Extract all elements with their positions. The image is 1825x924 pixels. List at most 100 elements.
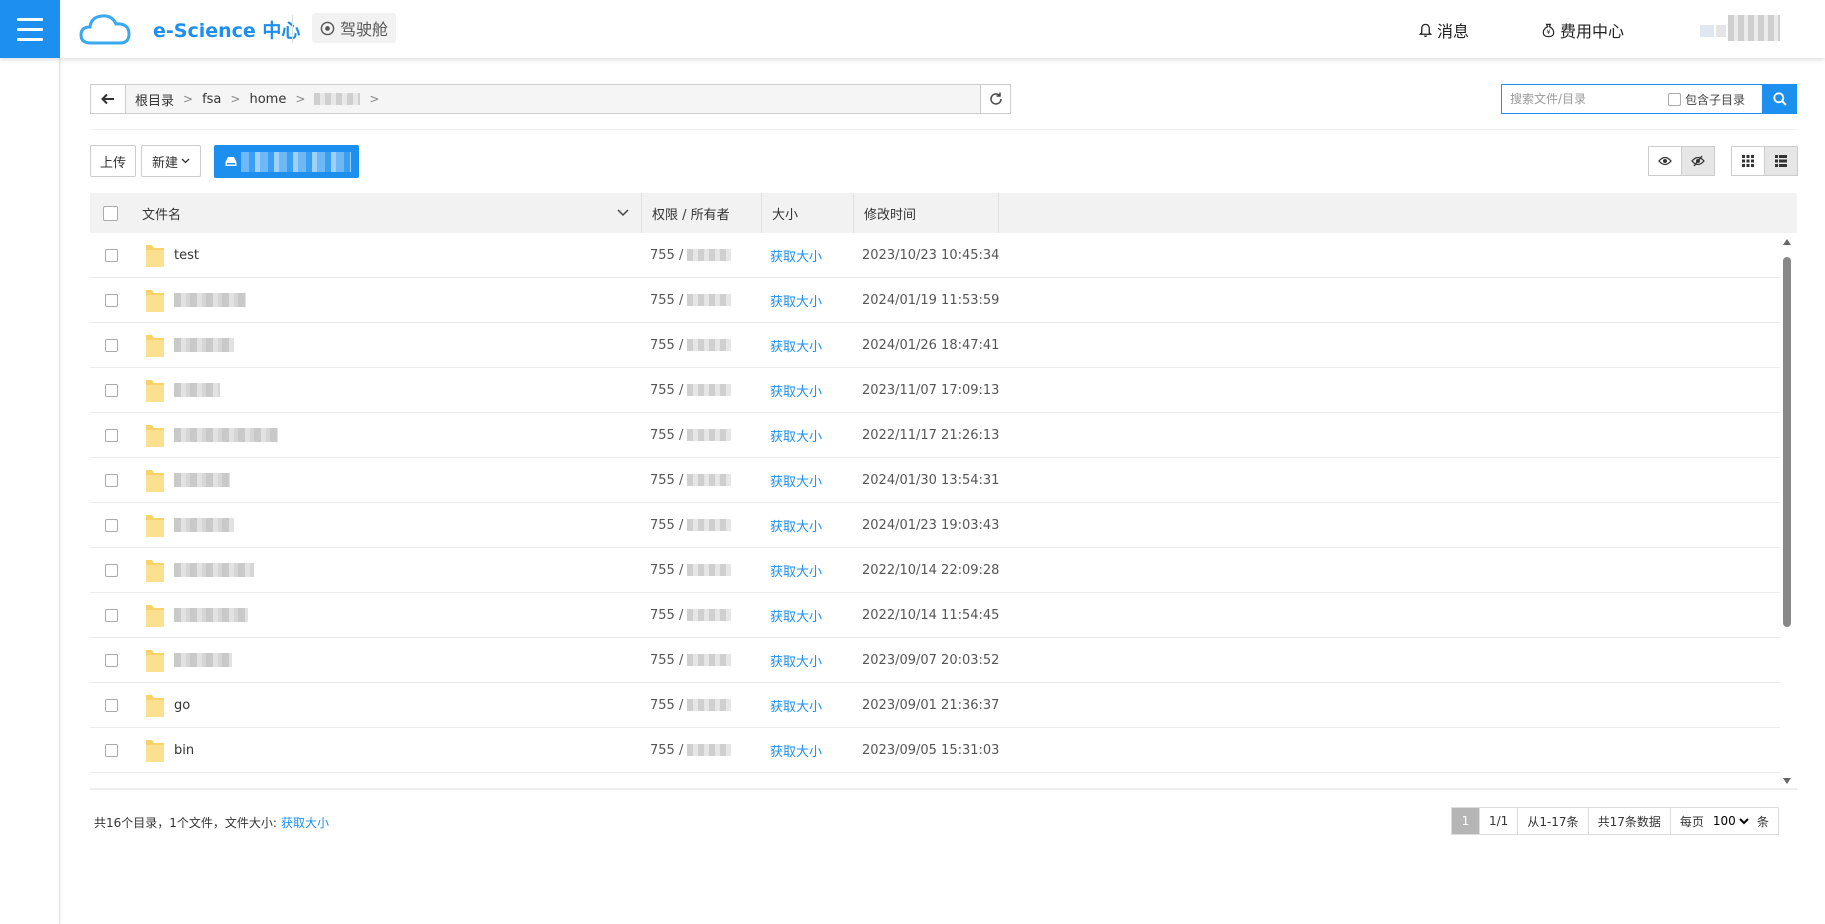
crumb-user-dir[interactable]: [314, 93, 361, 105]
scroll-thumb[interactable]: [1783, 257, 1791, 627]
search-button[interactable]: [1763, 84, 1797, 114]
new-dropdown-button[interactable]: 新建: [141, 145, 201, 177]
table-row[interactable]: 755 / 获取大小 2024/01/30 13:54:31: [90, 458, 1780, 503]
get-size-link[interactable]: 获取大小: [762, 561, 854, 580]
file-name[interactable]: test: [174, 248, 199, 263]
table-row[interactable]: go 755 / 获取大小 2023/09/01 21:36:37: [90, 683, 1780, 728]
hide-hidden-button[interactable]: [1681, 146, 1715, 176]
file-name[interactable]: bin: [174, 743, 194, 758]
scrollbar[interactable]: [1781, 239, 1793, 784]
modified-time: 2022/10/14 11:54:45: [862, 607, 1000, 623]
file-name-blur[interactable]: [174, 428, 278, 442]
checkbox-icon: [1668, 92, 1681, 106]
file-name-blur[interactable]: [174, 518, 234, 532]
scroll-up-arrow[interactable]: [1783, 239, 1791, 245]
get-size-link[interactable]: 获取大小: [762, 606, 854, 625]
brand-title[interactable]: e-Science 中心: [153, 16, 300, 43]
get-size-link[interactable]: 获取大小: [762, 426, 854, 445]
get-size-link[interactable]: 获取大小: [762, 471, 854, 490]
column-header-permission[interactable]: 权限 / 所有者: [642, 193, 762, 233]
modified-time: 2022/10/14 22:09:28: [862, 562, 1000, 578]
row-checkbox[interactable]: [90, 383, 132, 397]
get-size-link[interactable]: 获取大小: [762, 651, 854, 670]
file-name-blur[interactable]: [174, 608, 248, 622]
checkbox-icon: [104, 518, 118, 532]
file-name-blur[interactable]: [174, 653, 232, 667]
get-size-link[interactable]: 获取大小: [762, 516, 854, 535]
get-size-link[interactable]: 获取大小: [762, 336, 854, 355]
row-checkbox[interactable]: [90, 563, 132, 577]
table-row[interactable]: 755 / 获取大小 2023/09/07 20:03:52: [90, 638, 1780, 683]
file-name-blur[interactable]: [174, 473, 230, 487]
table-row[interactable]: 755 / 获取大小 2022/10/14 22:09:28: [90, 548, 1780, 593]
table-row[interactable]: 755 / 获取大小 2022/11/17 21:26:13: [90, 413, 1780, 458]
row-checkbox[interactable]: [90, 428, 132, 442]
grid-view-button[interactable]: [1731, 146, 1765, 176]
row-checkbox[interactable]: [90, 338, 132, 352]
permission-value: 755 /: [650, 382, 684, 398]
file-name-blur[interactable]: [174, 563, 254, 577]
page-size-unit: 条: [1756, 814, 1769, 829]
get-size-link[interactable]: 获取大小: [762, 381, 854, 400]
user-menu[interactable]: [1700, 15, 1780, 41]
scroll-down-arrow[interactable]: [1783, 778, 1791, 784]
list-view-button[interactable]: [1764, 146, 1798, 176]
storage-selector-button[interactable]: [214, 145, 359, 178]
table-row[interactable]: 755 / 获取大小 2022/10/14 11:54:45: [90, 593, 1780, 638]
crumb-home[interactable]: home: [249, 92, 286, 107]
checkbox-icon: [104, 653, 118, 667]
column-header-size[interactable]: 大小: [762, 193, 854, 233]
cockpit-button[interactable]: 驾驶舱: [312, 13, 397, 43]
table-row[interactable]: test 755 / 获取大小 2023/10/23 10:45:34: [90, 233, 1780, 278]
permission-cell: 755 /: [642, 518, 762, 533]
get-size-link[interactable]: 获取大小: [762, 741, 854, 760]
hamburger-menu-button[interactable]: [0, 0, 60, 58]
table-row[interactable]: 755 / 获取大小 2024/01/19 11:53:59: [90, 278, 1780, 323]
name-cell: [132, 467, 642, 493]
permission-value: 755 /: [650, 472, 684, 488]
row-checkbox[interactable]: [90, 653, 132, 667]
row-checkbox[interactable]: [90, 743, 132, 757]
get-size-link[interactable]: 获取大小: [762, 291, 854, 310]
permission-cell: 755 /: [642, 653, 762, 668]
row-checkbox[interactable]: [90, 473, 132, 487]
file-name-blur[interactable]: [174, 293, 246, 307]
file-name-blur[interactable]: [174, 383, 220, 397]
row-checkbox[interactable]: [90, 608, 132, 622]
permission-value: 755 /: [650, 562, 684, 578]
column-header-mtime[interactable]: 修改时间: [854, 193, 999, 233]
page-size-select[interactable]: 100: [1708, 813, 1752, 829]
table-row[interactable]: bin 755 / 获取大小 2023/09/05 15:31:03: [90, 728, 1780, 773]
file-name-blur[interactable]: [174, 338, 234, 352]
brand-divider: [292, 15, 293, 43]
table-row[interactable]: 755 / 获取大小 2023/11/07 17:09:13: [90, 368, 1780, 413]
chevron-down-icon[interactable]: [617, 209, 629, 217]
messages-button[interactable]: 消息: [1418, 18, 1469, 42]
crumb-fsa[interactable]: fsa: [202, 92, 221, 107]
table-row[interactable]: 755 / 获取大小 2024/01/23 19:03:43: [90, 503, 1780, 548]
get-size-link[interactable]: 获取大小: [762, 696, 854, 715]
select-all-checkbox[interactable]: [90, 193, 132, 233]
permission-value: 755 /: [650, 697, 684, 713]
table-row[interactable]: 755 / 获取大小 2024/01/26 18:47:41: [90, 323, 1780, 368]
row-checkbox[interactable]: [90, 518, 132, 532]
owner-blur: [687, 339, 732, 351]
back-button[interactable]: [91, 85, 126, 113]
get-size-link[interactable]: 获取大小: [762, 246, 854, 265]
file-name[interactable]: go: [174, 698, 190, 713]
page-1-button[interactable]: 1: [1452, 808, 1480, 834]
refresh-button[interactable]: [981, 84, 1011, 114]
row-checkbox[interactable]: [90, 248, 132, 262]
row-checkbox[interactable]: [90, 698, 132, 712]
show-hidden-button[interactable]: [1648, 146, 1682, 176]
search-input[interactable]: [1502, 85, 1668, 113]
billing-button[interactable]: ¥ 费用中心: [1541, 18, 1624, 42]
crumb-root[interactable]: 根目录: [135, 90, 174, 109]
include-subdirs-checkbox[interactable]: 包含子目录: [1668, 91, 1745, 108]
modified-time: 2023/09/07 20:03:52: [862, 652, 1000, 668]
eye-icon: [1658, 156, 1672, 166]
row-checkbox[interactable]: [90, 293, 132, 307]
upload-button[interactable]: 上传: [90, 145, 136, 177]
column-header-name[interactable]: 文件名: [132, 193, 642, 233]
get-total-size-link[interactable]: 获取大小: [281, 814, 329, 831]
